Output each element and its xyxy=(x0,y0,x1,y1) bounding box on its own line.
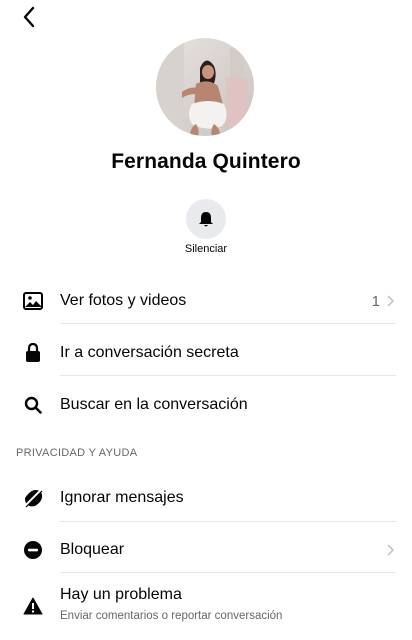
mute-icon-circle xyxy=(186,199,226,239)
image-icon xyxy=(22,290,44,312)
report-problem-sublabel: Enviar comentarios o reportar conversaci… xyxy=(60,610,283,622)
block-row[interactable]: Bloquear xyxy=(0,527,412,573)
warning-icon xyxy=(22,595,44,617)
block-icon xyxy=(22,539,44,561)
photos-count: 1 xyxy=(371,292,380,310)
chevron-right-icon xyxy=(386,294,396,308)
privacy-section-header: PRIVACIDAD Y AYUDA xyxy=(16,447,138,459)
photos-videos-label: Ver fotos y videos xyxy=(60,292,187,309)
block-label: Bloquear xyxy=(60,541,125,558)
secret-conversation-label: Ir a conversación secreta xyxy=(60,344,239,361)
profile-photo xyxy=(156,38,254,136)
bell-icon xyxy=(199,211,213,226)
report-problem-row[interactable]: Hay un problema Enviar comentarios o rep… xyxy=(0,580,412,632)
ignore-messages-label: Ignorar mensajes xyxy=(60,489,184,506)
ignore-messages-row[interactable]: Ignorar mensajes xyxy=(0,474,412,522)
back-button[interactable] xyxy=(14,2,44,32)
secret-conversation-row[interactable]: Ir a conversación secreta xyxy=(0,330,412,376)
mute-button[interactable]: Silenciar xyxy=(156,199,256,255)
avatar[interactable] xyxy=(156,38,254,136)
search-conversation-row[interactable]: Buscar en la conversación xyxy=(0,382,412,428)
chevron-right-icon xyxy=(386,543,396,557)
mute-label: Silenciar xyxy=(184,243,228,255)
search-icon xyxy=(22,394,44,416)
profile-name: Fernanda Quintero xyxy=(111,150,301,173)
photos-videos-row[interactable]: Ver fotos y videos 1 xyxy=(0,278,412,324)
ignore-icon xyxy=(22,487,44,509)
lock-icon xyxy=(22,342,44,364)
divider xyxy=(60,572,396,573)
chevron-left-icon xyxy=(23,6,35,28)
report-problem-label: Hay un problema xyxy=(60,586,182,603)
divider xyxy=(60,375,396,376)
divider xyxy=(60,323,396,324)
search-conversation-label: Buscar en la conversación xyxy=(60,396,248,413)
divider xyxy=(60,521,396,522)
